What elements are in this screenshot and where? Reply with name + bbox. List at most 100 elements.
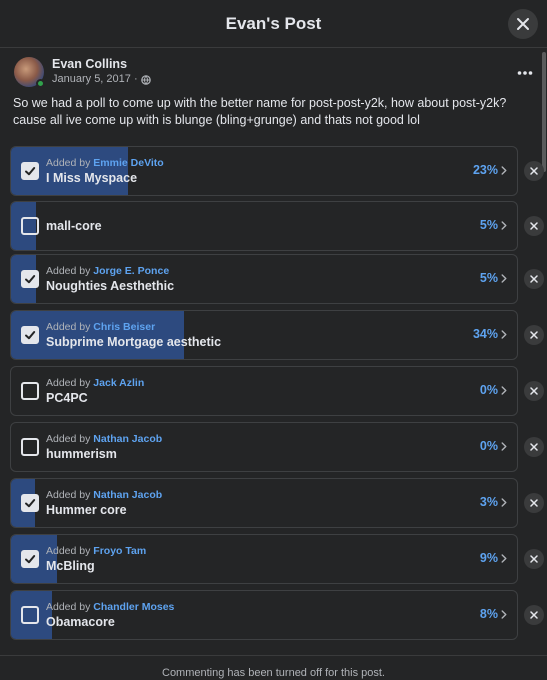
author-name[interactable]: Evan Collins	[52, 57, 151, 72]
remove-icon	[530, 499, 538, 507]
option-label: hummerism	[46, 447, 117, 461]
more-icon	[517, 71, 533, 75]
post-date[interactable]: January 5, 2017 ·	[52, 72, 138, 87]
chevron-right-icon	[501, 220, 507, 230]
option-label: PC4PC	[46, 391, 88, 405]
remove-option-button[interactable]	[524, 493, 544, 513]
added-by: Added by Nathan Jacob	[46, 433, 162, 445]
poll-option[interactable]: Added by Chandler Moses Obamacore 8%	[10, 590, 518, 640]
added-by-name[interactable]: Jorge E. Ponce	[93, 265, 169, 277]
globe-icon	[140, 74, 151, 85]
added-by-name[interactable]: Jack Azlin	[93, 377, 144, 389]
chevron-right-icon	[501, 385, 507, 395]
comments-disabled-text: Commenting has been turned off for this …	[162, 667, 385, 679]
remove-icon	[530, 443, 538, 451]
poll-option[interactable]: Added by Jack Azlin PC4PC 0%	[10, 366, 518, 416]
modal-title: Evan's Post	[225, 13, 322, 33]
added-by-prefix: Added by	[46, 489, 91, 501]
scrollbar[interactable]	[542, 52, 546, 172]
added-by: Added by Nathan Jacob	[46, 489, 162, 501]
poll-option[interactable]: Added by Nathan Jacob hummerism 0%	[10, 422, 518, 472]
check-icon	[25, 331, 36, 340]
option-percent-button[interactable]: 5%	[480, 218, 507, 232]
added-by-name[interactable]: Emmie DeVito	[93, 157, 163, 169]
poll-option[interactable]: Added by Jorge E. Ponce Noughties Aesthet…	[10, 254, 518, 304]
option-checkbox[interactable]	[21, 382, 39, 400]
remove-option-button[interactable]	[524, 605, 544, 625]
added-by-name[interactable]: Chandler Moses	[93, 601, 174, 613]
option-checkbox[interactable]	[21, 217, 39, 235]
added-by-name[interactable]: Nathan Jacob	[93, 489, 162, 501]
remove-option-button[interactable]	[524, 549, 544, 569]
option-label: Noughties Aesthethic	[46, 279, 175, 293]
remove-icon	[530, 331, 538, 339]
option-checkbox[interactable]	[21, 494, 39, 512]
option-percent: 23%	[472, 163, 498, 177]
chevron-right-icon	[501, 553, 507, 563]
option-percent-button[interactable]: 8%	[480, 607, 507, 621]
more-options-button[interactable]	[517, 63, 533, 75]
option-percent-button[interactable]: 5%	[480, 271, 507, 285]
option-percent-button[interactable]: 9%	[480, 551, 507, 565]
added-by: Added by Froyo Tam	[46, 545, 146, 557]
close-button[interactable]	[508, 9, 538, 39]
option-percent-button[interactable]: 34%	[473, 327, 507, 341]
modal-body	[0, 48, 547, 680]
option-label: I Miss Myspace	[46, 171, 138, 185]
check-icon	[25, 499, 36, 508]
remove-option-button[interactable]	[524, 216, 544, 236]
option-percent-button[interactable]: 0%	[480, 439, 507, 453]
option-percent: 0%	[479, 383, 498, 397]
chevron-right-icon	[501, 273, 507, 283]
option-percent: 3%	[479, 495, 498, 509]
option-checkbox[interactable]	[21, 270, 39, 288]
poll-option[interactable]: Added by Nathan Jacob Hummer core 3%	[10, 478, 518, 528]
comments-disabled-footer: Commenting has been turned off for this …	[0, 655, 547, 680]
added-by-name[interactable]: Froyo Tam	[93, 545, 146, 557]
option-label: Obamacore	[46, 615, 115, 629]
option-percent: 8%	[479, 607, 498, 621]
option-percent-button[interactable]: 0%	[480, 383, 507, 397]
chevron-right-icon	[501, 497, 507, 507]
option-checkbox[interactable]	[21, 162, 39, 180]
added-by-prefix: Added by	[46, 321, 91, 333]
poll-option[interactable]: Added by Froyo Tam McBling 9%	[10, 534, 518, 584]
option-percent-button[interactable]: 23%	[473, 163, 507, 177]
remove-icon	[530, 555, 538, 563]
option-percent: 5%	[479, 218, 498, 232]
remove-option-button[interactable]	[524, 437, 544, 457]
option-checkbox[interactable]	[21, 438, 39, 456]
poll-option[interactable]: mall-core 5%	[10, 201, 518, 251]
poll-option[interactable]: Added by Emmie DeVito I Miss Myspace 23%	[10, 146, 518, 196]
avatar[interactable]	[14, 57, 45, 88]
poll-option[interactable]: Added by Chris Beiser Subprime Mortgage a…	[10, 310, 518, 360]
option-percent-button[interactable]: 3%	[480, 495, 507, 509]
remove-icon	[530, 611, 538, 619]
check-icon	[25, 275, 36, 284]
remove-option-button[interactable]	[524, 269, 544, 289]
remove-icon	[530, 275, 538, 283]
added-by-name[interactable]: Chris Beiser	[93, 321, 155, 333]
chevron-right-icon	[501, 329, 507, 339]
online-status-dot	[36, 79, 45, 88]
remove-option-button[interactable]	[524, 161, 544, 181]
added-by: Added by Chris Beiser	[46, 321, 155, 333]
check-icon	[25, 555, 36, 564]
check-icon	[25, 167, 36, 176]
added-by: Added by Chandler Moses	[46, 601, 174, 613]
added-by-name[interactable]: Nathan Jacob	[93, 433, 162, 445]
remove-icon	[530, 222, 538, 230]
added-by-prefix: Added by	[46, 377, 91, 389]
remove-option-button[interactable]	[524, 381, 544, 401]
option-checkbox[interactable]	[21, 550, 39, 568]
added-by: Added by Jack Azlin	[46, 377, 144, 389]
post-date-row: January 5, 2017 ·	[52, 72, 151, 87]
added-by-prefix: Added by	[46, 433, 91, 445]
remove-option-button[interactable]	[524, 325, 544, 345]
chevron-right-icon	[501, 441, 507, 451]
option-label: Hummer core	[46, 503, 127, 517]
added-by-prefix: Added by	[46, 545, 91, 557]
option-checkbox[interactable]	[21, 326, 39, 344]
post-text: So we had a poll to come up with the bet…	[13, 96, 507, 127]
option-checkbox[interactable]	[21, 606, 39, 624]
